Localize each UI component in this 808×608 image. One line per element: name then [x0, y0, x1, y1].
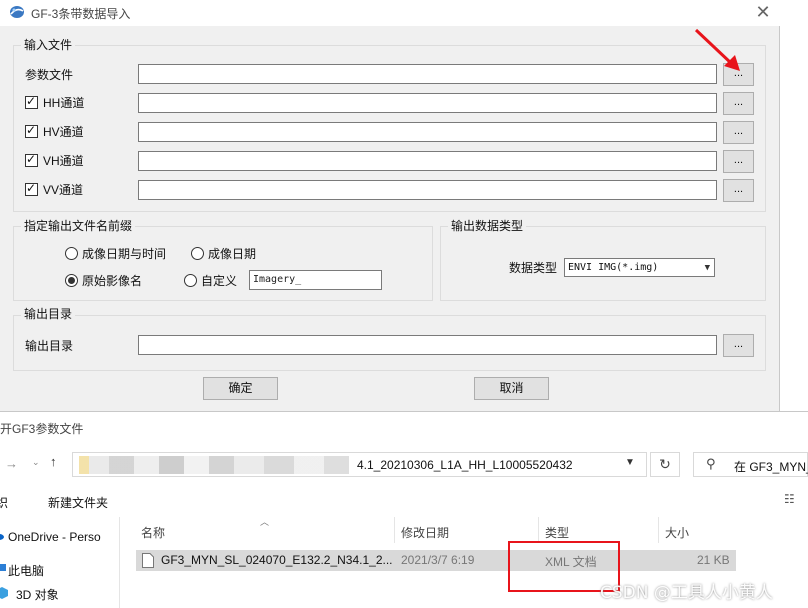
column-separator — [658, 517, 659, 543]
refresh-icon[interactable]: ↻ — [650, 452, 680, 477]
prefix-legend: 指定输出文件名前缀 — [21, 219, 136, 233]
address-bar[interactable]: 4.1_20210306_L1A_HH_L10005520432 ▼ — [72, 452, 647, 477]
hv-channel-checkbox[interactable] — [25, 123, 38, 138]
column-modified[interactable]: 修改日期 — [401, 524, 449, 541]
column-type[interactable]: 类型 — [545, 524, 569, 541]
radio-date[interactable] — [191, 247, 204, 260]
search-placeholder: 在 GF3_MYN_ — [734, 460, 808, 474]
watermark: CSDN @工具人小黄人 — [600, 583, 773, 603]
window-title: GF-3条带数据导入 — [31, 7, 131, 21]
column-name[interactable]: 名称 — [141, 524, 165, 541]
param-file-label: 参数文件 — [25, 68, 74, 82]
column-separator — [394, 517, 395, 543]
address-path-text: 4.1_20210306_L1A_HH_L10005520432 — [357, 458, 573, 472]
output-dir-browse-button[interactable]: ... — [723, 334, 754, 357]
ok-button[interactable]: 确定 — [203, 377, 278, 400]
radio-custom[interactable] — [184, 274, 197, 287]
vh-channel-browse-button[interactable]: ... — [723, 150, 754, 173]
column-separator — [538, 517, 539, 543]
sort-up-icon: ︿ — [260, 517, 270, 527]
back-arrow-icon[interactable]: → — [5, 456, 18, 471]
vv-channel-checkbox[interactable] — [25, 181, 38, 196]
radio-original-name-label: 原始影像名 — [82, 274, 143, 288]
app-icon — [10, 6, 24, 18]
data-type-label: 数据类型 — [509, 261, 558, 275]
title-bar: GF-3条带数据导入 ✕ — [0, 0, 780, 26]
vv-channel-label: VV通道 — [43, 183, 84, 197]
gf3-import-dialog: GF-3条带数据导入 ✕ 输入文件 参数文件 ... HH通道 ... HV通道… — [0, 0, 780, 411]
xml-file-icon — [142, 553, 154, 568]
search-icon: ⚲ — [706, 456, 716, 471]
view-options-icon[interactable]: ☷ — [784, 492, 795, 506]
vv-channel-input[interactable] — [138, 180, 717, 200]
output-dir-legend: 输出目录 — [21, 307, 76, 321]
chevron-down-icon[interactable]: ⌄ — [32, 457, 40, 468]
output-dir-label: 输出目录 — [25, 339, 74, 353]
search-box[interactable]: ⚲ 在 GF3_MYN_ — [693, 452, 808, 477]
open-file-dialog: 打开GF3参数文件 → ⌄ ↑ 4.1_20210306_L1A_HH_L100… — [0, 411, 808, 608]
hh-channel-checkbox[interactable] — [25, 94, 38, 109]
nav-this-pc[interactable]: 此电脑 — [8, 562, 44, 579]
vh-channel-input[interactable] — [138, 151, 717, 171]
custom-prefix-input[interactable]: Imagery_ — [249, 270, 382, 290]
file-name: GF3_MYN_SL_024070_E132.2_N34.1_2... — [161, 553, 393, 567]
file-modified: 2021/3/7 6:19 — [401, 553, 475, 567]
close-icon[interactable]: ✕ — [750, 2, 776, 24]
param-file-input[interactable] — [138, 64, 717, 84]
hh-channel-input[interactable] — [138, 93, 717, 113]
computer-icon — [0, 564, 6, 571]
hv-channel-label: HV通道 — [43, 125, 84, 139]
radio-original-name[interactable] — [65, 274, 78, 287]
data-type-value: ENVI IMG(*.img) — [568, 262, 659, 273]
data-type-legend: 输出数据类型 — [448, 219, 527, 233]
hv-channel-browse-button[interactable]: ... — [723, 121, 754, 144]
input-files-legend: 输入文件 — [21, 38, 76, 52]
nav-onedrive[interactable]: OneDrive - Perso — [8, 530, 104, 544]
hv-channel-input[interactable] — [138, 122, 717, 142]
vv-channel-browse-button[interactable]: ... — [723, 179, 754, 202]
file-size: 21 KB — [697, 553, 730, 567]
pane-divider — [119, 517, 120, 608]
radio-date-label: 成像日期 — [208, 247, 257, 261]
file-dialog-title: 打开GF3参数文件 — [0, 422, 84, 436]
column-size[interactable]: 大小 — [665, 524, 689, 541]
nav-3d-objects[interactable]: 3D 对象 — [16, 586, 59, 603]
output-dir-input[interactable] — [138, 335, 717, 355]
data-type-select[interactable]: ENVI IMG(*.img) ▼ — [564, 258, 715, 277]
chevron-down-icon: ▼ — [704, 263, 710, 273]
hh-channel-label: HH通道 — [43, 96, 85, 110]
address-blurred-path — [79, 456, 349, 474]
annotation-arrow — [694, 28, 740, 71]
organize-menu[interactable]: 织 — [0, 494, 8, 511]
new-folder-button[interactable]: 新建文件夹 — [48, 494, 108, 511]
radio-custom-label: 自定义 — [201, 274, 238, 288]
hh-channel-browse-button[interactable]: ... — [723, 92, 754, 115]
up-arrow-icon[interactable]: ↑ — [50, 454, 57, 469]
3d-objects-icon — [0, 587, 8, 599]
vh-channel-label: VH通道 — [43, 154, 84, 168]
file-row[interactable]: GF3_MYN_SL_024070_E132.2_N34.1_2... 2021… — [136, 550, 736, 571]
radio-date-time[interactable] — [65, 247, 78, 260]
radio-date-time-label: 成像日期与时间 — [82, 247, 167, 261]
cloud-icon — [0, 534, 4, 540]
cancel-button[interactable]: 取消 — [474, 377, 549, 400]
chevron-down-icon[interactable]: ▼ — [625, 457, 635, 468]
vh-channel-checkbox[interactable] — [25, 152, 38, 167]
